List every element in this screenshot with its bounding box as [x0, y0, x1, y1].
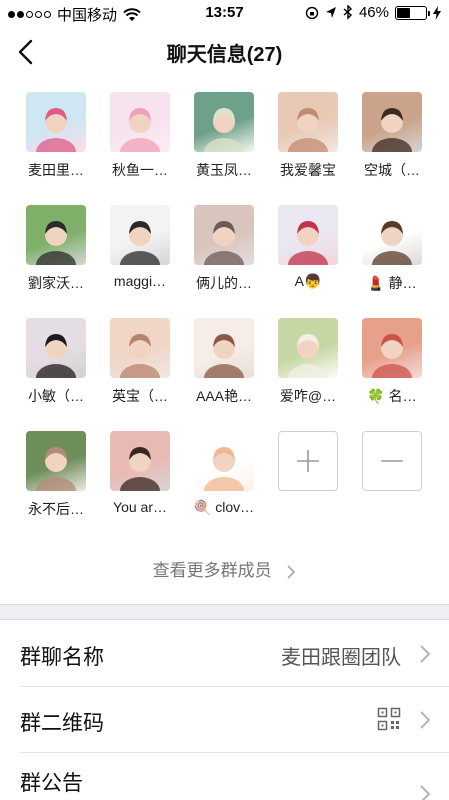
member-item[interactable]: 爱咋@… — [270, 318, 346, 406]
member-name: AAA艳… — [195, 388, 252, 404]
member-item[interactable]: 🍀 名… — [354, 318, 430, 406]
member-item[interactable]: 秋鱼一… — [102, 92, 178, 180]
member-item[interactable]: 永不后… — [18, 431, 94, 519]
group-qr-label: 群二维码 — [20, 712, 104, 735]
member-item[interactable]: 小敏（… — [18, 318, 94, 406]
battery-percent: 46% — [358, 4, 389, 21]
member-item[interactable]: 英宝（… — [102, 318, 178, 406]
member-name: 小敏（… — [28, 388, 84, 404]
group-name-row[interactable]: 群聊名称 麦田跟圈团队 — [0, 621, 449, 687]
avatar — [26, 92, 86, 152]
view-more-members-button[interactable]: 查看更多群成员 — [0, 556, 449, 581]
remove-member-button[interactable] — [362, 431, 422, 491]
member-item[interactable]: A👦 — [270, 205, 346, 290]
member-name: 爱咋@… — [279, 388, 337, 404]
member-name: A👦 — [294, 273, 322, 289]
location-icon — [325, 6, 336, 18]
group-name-value: 麦田跟圈团队 — [281, 647, 401, 669]
avatar — [194, 205, 254, 265]
member-name: 空城（… — [364, 162, 420, 178]
member-name: 💄 静… — [367, 275, 417, 291]
member-name: 永不后… — [28, 501, 84, 517]
avatar — [110, 205, 170, 265]
avatar — [278, 92, 338, 152]
avatar — [278, 205, 338, 265]
avatar — [26, 318, 86, 378]
group-announcement-row[interactable]: 群公告 — [0, 753, 449, 800]
member-name: 黄玉凤… — [196, 162, 252, 178]
chevron-right-icon — [420, 711, 431, 729]
avatar — [362, 318, 422, 378]
member-item[interactable]: 我爱馨宝 — [270, 92, 346, 180]
add-member-button-cell — [270, 431, 346, 491]
member-name: You ar… — [113, 499, 167, 515]
member-item[interactable]: 麦田里… — [18, 92, 94, 180]
member-item[interactable]: 空城（… — [354, 92, 430, 180]
qr-code-icon — [377, 707, 401, 731]
view-more-members-label: 查看更多群成员 — [152, 561, 272, 580]
section-divider — [0, 604, 449, 620]
member-name: 🍭 clov… — [193, 499, 255, 515]
avatar — [194, 431, 254, 491]
avatar — [110, 318, 170, 378]
group-qr-row[interactable]: 群二维码 — [0, 687, 449, 753]
avatar — [362, 205, 422, 265]
battery-fill — [397, 7, 410, 18]
nav-bar: 聊天信息(27) — [0, 26, 449, 78]
status-bar: 中国移动 13:57 46% — [0, 0, 449, 26]
battery-icon — [395, 5, 430, 20]
page-title: 聊天信息(27) — [166, 44, 283, 66]
add-member-button[interactable] — [278, 431, 338, 491]
member-name: 劉家沃… — [28, 275, 84, 291]
remove-member-button-cell — [354, 431, 430, 491]
avatar — [110, 431, 170, 491]
member-item[interactable]: AAA艳… — [186, 318, 262, 406]
member-item[interactable]: You ar… — [102, 431, 178, 515]
member-name: 秋鱼一… — [112, 162, 168, 178]
member-item[interactable]: 🍭 clov… — [186, 431, 262, 516]
member-item[interactable]: 💄 静… — [354, 205, 430, 293]
avatar — [26, 205, 86, 265]
member-item[interactable]: 俩儿的… — [186, 205, 262, 293]
group-name-label: 群聊名称 — [20, 646, 104, 669]
chevron-right-icon — [420, 785, 431, 800]
group-announcement-label: 群公告 — [20, 772, 83, 795]
avatar — [362, 92, 422, 152]
bluetooth-icon — [343, 5, 352, 20]
chevron-right-icon — [287, 564, 296, 579]
member-name: 俩儿的… — [196, 275, 252, 291]
avatar — [110, 92, 170, 152]
member-item[interactable]: maggi… — [102, 205, 178, 289]
avatar — [194, 92, 254, 152]
orientation-lock-icon — [305, 6, 319, 19]
chevron-right-icon — [420, 645, 431, 663]
status-right: 46% — [305, 4, 441, 21]
member-name: 我爱馨宝 — [280, 162, 336, 178]
minus-icon — [381, 460, 403, 462]
member-name: 英宝（… — [112, 388, 168, 404]
member-name: maggi… — [113, 273, 167, 289]
member-item[interactable]: 黄玉凤… — [186, 92, 262, 180]
plus-icon — [297, 450, 319, 472]
avatar — [278, 318, 338, 378]
member-name: 🍀 名… — [367, 388, 417, 404]
avatar — [194, 318, 254, 378]
charging-icon — [433, 5, 441, 20]
member-item[interactable]: 劉家沃… — [18, 205, 94, 293]
avatar — [26, 431, 86, 491]
member-name: 麦田里… — [28, 162, 84, 178]
